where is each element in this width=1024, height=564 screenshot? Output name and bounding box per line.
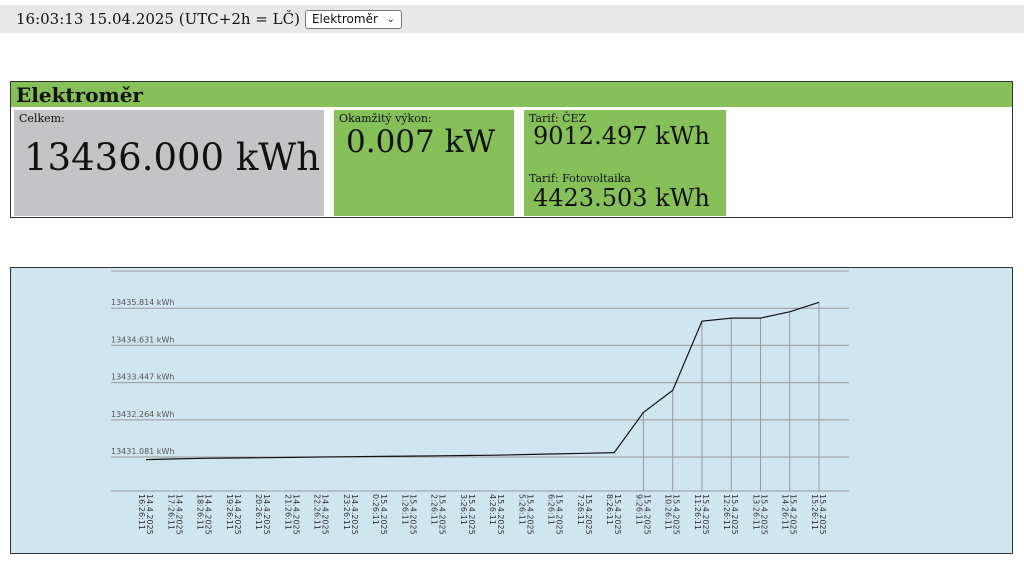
x-tick-label: 15.4.20251:26:11 <box>400 494 417 535</box>
x-tick-label: 15.4.20255:26:11 <box>517 494 534 535</box>
series-line <box>145 301 820 461</box>
x-tick-label: 15.4.20253:26:11 <box>459 494 476 535</box>
total-tile: Celkem: 13436.000 kWh <box>14 110 324 216</box>
meter-title: Elektroměr <box>11 82 1012 107</box>
x-tick-label-line: 4:26:11 <box>488 494 497 525</box>
x-tick-label: 14.4.202521:26:11 <box>283 494 300 535</box>
x-tick-label-line: 18:26:11 <box>196 494 205 530</box>
tariff-fve-value: 4423.503 kWh <box>533 184 710 212</box>
y-tick-label: 13431.081 kWh <box>111 447 174 456</box>
x-tick-label: 15.4.20259:26:11 <box>634 494 651 535</box>
y-tick-label: 13433.447 kWh <box>111 373 174 382</box>
datetime-display: 16:03:13 15.04.2025 (UTC+2h = LČ) <box>16 10 300 28</box>
meter-panel: Elektroměr Celkem: 13436.000 kWh Okamžit… <box>10 81 1013 218</box>
total-label: Celkem: <box>19 112 65 125</box>
total-value: 13436.000 kWh <box>24 136 321 179</box>
tariff-tile: Tarif: ČEZ 9012.497 kWh Tarif: Fotovolta… <box>524 110 726 216</box>
y-tick-label: 13432.264 kWh <box>111 410 174 419</box>
x-tick-label: 14.4.202519:26:11 <box>225 494 242 535</box>
x-tick-label-line: 5:26:11 <box>517 494 526 525</box>
x-tick-label-line: 0:26:11 <box>371 494 380 525</box>
top-bar: 16:03:13 15.04.2025 (UTC+2h = LČ) Elektr… <box>0 5 1024 33</box>
x-tick-label-line: 15:26:11 <box>810 494 819 530</box>
x-tick-label: 15.4.202515:26:11 <box>810 494 827 535</box>
x-tick-label: 15.4.202513:26:11 <box>751 494 768 535</box>
x-tick-label: 14.4.202522:26:11 <box>313 494 330 535</box>
x-tick-label: 15.4.20250:26:11 <box>371 494 388 535</box>
x-tick-label-line: 22:26:11 <box>313 494 322 530</box>
x-tick-label: 14.4.202518:26:11 <box>196 494 213 535</box>
x-tick-label-line: 17:26:11 <box>166 494 175 530</box>
x-tick-label: 14.4.202523:26:11 <box>342 494 359 535</box>
x-tick-label-line: 21:26:11 <box>283 494 292 530</box>
x-tick-label: 14.4.202516:26:11 <box>137 494 154 535</box>
chevron-down-icon: ⌄ <box>386 13 395 25</box>
y-tick-label: 13436.997 kWh <box>111 268 174 270</box>
x-tick-label-line: 3:26:11 <box>459 494 468 525</box>
x-tick-label-line: 8:26:11 <box>605 494 614 525</box>
x-tick-label: 14.4.202517:26:11 <box>166 494 183 535</box>
x-tick-label-line: 9:26:11 <box>634 494 643 525</box>
x-tick-label: 14.4.202520:26:11 <box>254 494 271 535</box>
x-tick-label: 15.4.20257:26:11 <box>576 494 593 535</box>
x-tick-label-line: 20:26:11 <box>254 494 263 530</box>
x-tick-label-line: 1:26:11 <box>400 494 409 525</box>
x-tick-label-line: 12:26:11 <box>722 494 731 530</box>
tariff-cez-value: 9012.497 kWh <box>533 122 710 150</box>
x-tick-label-line: 16:26:11 <box>137 494 146 530</box>
x-tick-label-line: 6:26:11 <box>547 494 556 525</box>
meter-select[interactable]: Elektroměr ⌄ <box>304 9 402 29</box>
x-tick-label: 15.4.202510:26:11 <box>664 494 681 535</box>
x-tick-label: 15.4.20258:26:11 <box>605 494 622 535</box>
x-tick-label: 15.4.20256:26:11 <box>547 494 564 535</box>
x-tick-label: 15.4.202512:26:11 <box>722 494 739 535</box>
y-tick-label: 13434.631 kWh <box>111 335 174 344</box>
y-tick-label: 13435.814 kWh <box>111 298 174 307</box>
x-tick-label-line: 23:26:11 <box>342 494 351 530</box>
meter-select-value: Elektroměr <box>311 12 378 26</box>
x-tick-label-line: 7:26:11 <box>576 494 585 525</box>
x-tick-label-line: 11:26:11 <box>693 494 702 530</box>
x-tick-label: 15.4.202514:26:11 <box>781 494 798 535</box>
x-tick-label: 15.4.20252:26:11 <box>430 494 447 535</box>
power-value: 0.007 kW <box>346 124 496 160</box>
x-tick-label-line: 2:26:11 <box>430 494 439 525</box>
x-tick-label: 15.4.20254:26:11 <box>488 494 505 535</box>
chart-svg: 13436.997 kWh 13435.814 kWh 13434.631 kWh 1… <box>111 268 849 535</box>
x-tick-label: 15.4.202511:26:11 <box>693 494 710 535</box>
x-tick-label-line: 14:26:11 <box>781 494 790 530</box>
power-tile: Okamžitý výkon: 0.007 kW <box>334 110 514 216</box>
x-tick-label-line: 19:26:11 <box>225 494 234 530</box>
x-tick-label-line: 13:26:11 <box>751 494 760 530</box>
consumption-chart: 13436.997 kWh 13435.814 kWh 13434.631 kWh 1… <box>10 267 1013 554</box>
x-tick-label-line: 10:26:11 <box>664 494 673 530</box>
